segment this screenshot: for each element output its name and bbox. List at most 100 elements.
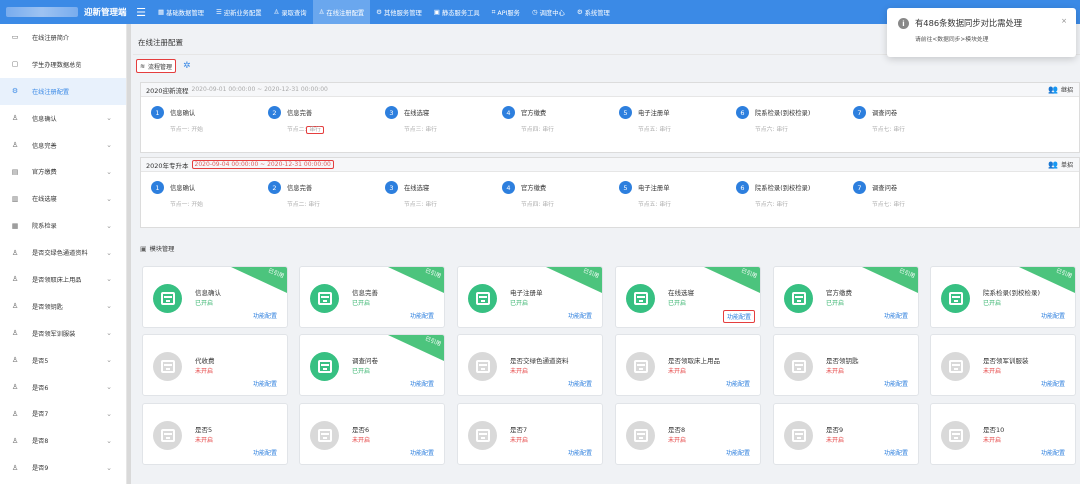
module-card[interactable]: 是否交绿色通道资料 未开启 功能配置 [457, 334, 603, 396]
nav-item-1[interactable]: ☰ 迎新业务配置 [210, 0, 268, 24]
function-config-link[interactable]: 功能配置 [253, 448, 277, 457]
function-config-link[interactable]: 功能配置 [726, 379, 750, 388]
module-status: 未开启 [983, 437, 1002, 444]
module-card[interactable]: 已引用 在线选寝 已开启 功能配置 [615, 266, 761, 328]
function-config-link[interactable]: 功能配置 [884, 448, 908, 457]
module-name: 是否领钥匙 [826, 357, 859, 365]
module-status: 已开启 [983, 300, 1002, 307]
module-status: 已开启 [668, 300, 687, 307]
sidebar-item-13[interactable]: ♙ 是否6 ⌄ [0, 374, 126, 401]
step-name: 信息确认 [170, 110, 196, 117]
nav-item-2[interactable]: ♙ 录取查询 [268, 0, 313, 24]
function-config-link[interactable]: 功能配置 [568, 448, 592, 457]
module-card[interactable]: 是否9 未开启 功能配置 [773, 403, 919, 465]
step-number: 7 [853, 106, 866, 119]
sidebar-item-3[interactable]: ♙ 信息确认 ⌄ [0, 105, 126, 132]
module-card[interactable]: 是否领钥匙 未开启 功能配置 [773, 334, 919, 396]
nav-item-7[interactable]: ◷ 调度中心 [526, 0, 571, 24]
sidebar-item-15[interactable]: ♙ 是否8 ⌄ [0, 427, 126, 454]
function-config-link[interactable]: 功能配置 [253, 379, 277, 388]
step-node-label: 节点一: [170, 127, 190, 133]
module-card[interactable]: 已引用 信息完善 已开启 功能配置 [299, 266, 445, 328]
flow-steps: 1 信息确认 节点一: 开始 2 信息完善 节点二: 串行 3 在线选寝 节点三: 串行 4 官方缴费 节点… [141, 97, 1079, 153]
menu-toggle-icon[interactable]: ☰ [130, 0, 152, 24]
sidebar-item-label: 是否7 [32, 411, 49, 419]
flow-management-button[interactable]: ≋ 流程管理 [136, 59, 177, 73]
sidebar-item-12[interactable]: ♙ 是否5 ⌄ [0, 347, 126, 374]
sidebar-item-11[interactable]: ♙ 是否领军训服装 ⌄ [0, 320, 126, 347]
module-card[interactable]: 是否6 未开启 功能配置 [299, 403, 445, 465]
step-number: 2 [268, 106, 281, 119]
sidebar-item-14[interactable]: ♙ 是否7 ⌄ [0, 400, 126, 427]
function-config-link[interactable]: 功能配置 [410, 311, 434, 320]
chevron-down-icon: ⌄ [106, 329, 112, 338]
module-icon [153, 352, 182, 381]
function-config-link[interactable]: 功能配置 [410, 379, 434, 388]
step-number: 3 [385, 106, 398, 119]
person-icon: ♙ [318, 8, 325, 16]
sidebar-item-7[interactable]: ▦ 院系检录 ⌄ [0, 212, 126, 239]
sidebar-item-2[interactable]: ⚙ 在线注册配置 [0, 77, 126, 105]
module-box-icon [633, 429, 648, 442]
module-card[interactable]: 是否7 未开启 功能配置 [457, 403, 603, 465]
function-config-link[interactable]: 功能配置 [1041, 311, 1065, 320]
module-card[interactable]: 代收费 未开启 功能配置 [142, 334, 288, 396]
module-card[interactable]: 是否领取床上用品 未开启 功能配置 [615, 334, 761, 396]
module-box-icon [475, 429, 490, 442]
step-name: 官方缴费 [521, 185, 547, 192]
person-icon: ♙ [11, 463, 19, 472]
flow-name: 2020迎新流程 [146, 86, 189, 95]
function-config-link[interactable]: 功能配置 [568, 379, 592, 388]
module-card[interactable]: 已引用 调查问卷 已开启 功能配置 [299, 334, 445, 396]
function-config-link[interactable]: 功能配置 [1041, 379, 1065, 388]
function-config-link[interactable]: 功能配置 [253, 311, 277, 320]
flow-dates: 2020-09-01 00:00:00 ~ 2020-12-31 00:00:0… [191, 86, 328, 93]
module-icon [310, 284, 339, 313]
sidebar-item-4[interactable]: ♙ 信息完善 ⌄ [0, 132, 126, 159]
step-number: 4 [502, 181, 515, 194]
module-card[interactable]: 已引用 官方缴费 已开启 功能配置 [773, 266, 919, 328]
list-icon: ☰ [215, 8, 222, 16]
module-card[interactable]: 是否8 未开启 功能配置 [615, 403, 761, 465]
function-config-link[interactable]: 功能配置 [884, 379, 908, 388]
flow-name: 2020年专升本 [146, 161, 189, 170]
step-name: 官方缴费 [521, 110, 547, 117]
nav-item-5[interactable]: ▣ 静态服务工具 [428, 0, 486, 24]
module-card[interactable]: 已引用 电子注册单 已开启 功能配置 [457, 266, 603, 328]
step-node-label: 节点二: [287, 127, 307, 133]
function-config-link[interactable]: 功能配置 [410, 448, 434, 457]
chevron-down-icon: ⌄ [106, 275, 112, 284]
function-config-link[interactable]: 功能配置 [1041, 448, 1065, 457]
module-card[interactable]: 是否5 未开启 功能配置 [142, 403, 288, 465]
module-name: 官方缴费 [826, 289, 852, 297]
sidebar-scrollbar[interactable] [127, 24, 131, 484]
nav-item-8[interactable]: ⚙ 系统管理 [571, 0, 616, 24]
flow-panel: 2020迎新流程 2020-09-01 00:00:00 ~ 2020-12-31… [140, 82, 1080, 153]
function-config-link[interactable]: 功能配置 [722, 310, 755, 323]
sidebar-item-10[interactable]: ♙ 是否领钥匙 ⌄ [0, 293, 126, 320]
nav-item-6[interactable]: ⌗ API服务 [486, 0, 526, 24]
nav-item-0[interactable]: ▦ 基础数据管理 [152, 0, 210, 24]
sidebar-item-label: 是否9 [32, 465, 49, 473]
nav-item-4[interactable]: ⚙ 其他服务管理 [370, 0, 428, 24]
module-icon [784, 284, 813, 313]
step-name: 调查问卷 [872, 110, 898, 117]
nav-item-3[interactable]: ♙ 在线注册配置 [312, 0, 371, 24]
sidebar-item-0[interactable]: ▭ 在线注册简介 [0, 24, 126, 51]
module-card[interactable]: 是否10 未开启 功能配置 [930, 403, 1076, 465]
module-card[interactable]: 是否领军训服装 未开启 功能配置 [930, 334, 1076, 396]
sidebar-item-16[interactable]: ♙ 是否9 ⌄ [0, 454, 126, 481]
module-card[interactable]: 已引用 院系检录(到校检录) 已开启 功能配置 [930, 266, 1076, 328]
close-icon[interactable]: × [1061, 17, 1067, 25]
function-config-link[interactable]: 功能配置 [568, 311, 592, 320]
sidebar-item-9[interactable]: ♙ 是否领取床上用品 ⌄ [0, 266, 126, 293]
settings-gear-icon[interactable]: ✲ [183, 61, 191, 71]
sidebar-item-1[interactable]: ▢ 学生办理数据总览 [0, 51, 126, 78]
sidebar-item-8[interactable]: ♙ 是否交绿色通道资料 ⌄ [0, 239, 126, 266]
step-name: 电子注册单 [638, 185, 670, 192]
function-config-link[interactable]: 功能配置 [726, 448, 750, 457]
sidebar-item-5[interactable]: ▤ 官方缴费 ⌄ [0, 158, 126, 185]
function-config-link[interactable]: 功能配置 [884, 311, 908, 320]
module-card[interactable]: 已引用 信息确认 已开启 功能配置 [142, 266, 288, 328]
sidebar-item-6[interactable]: ▥ 在线选寝 ⌄ [0, 185, 126, 212]
